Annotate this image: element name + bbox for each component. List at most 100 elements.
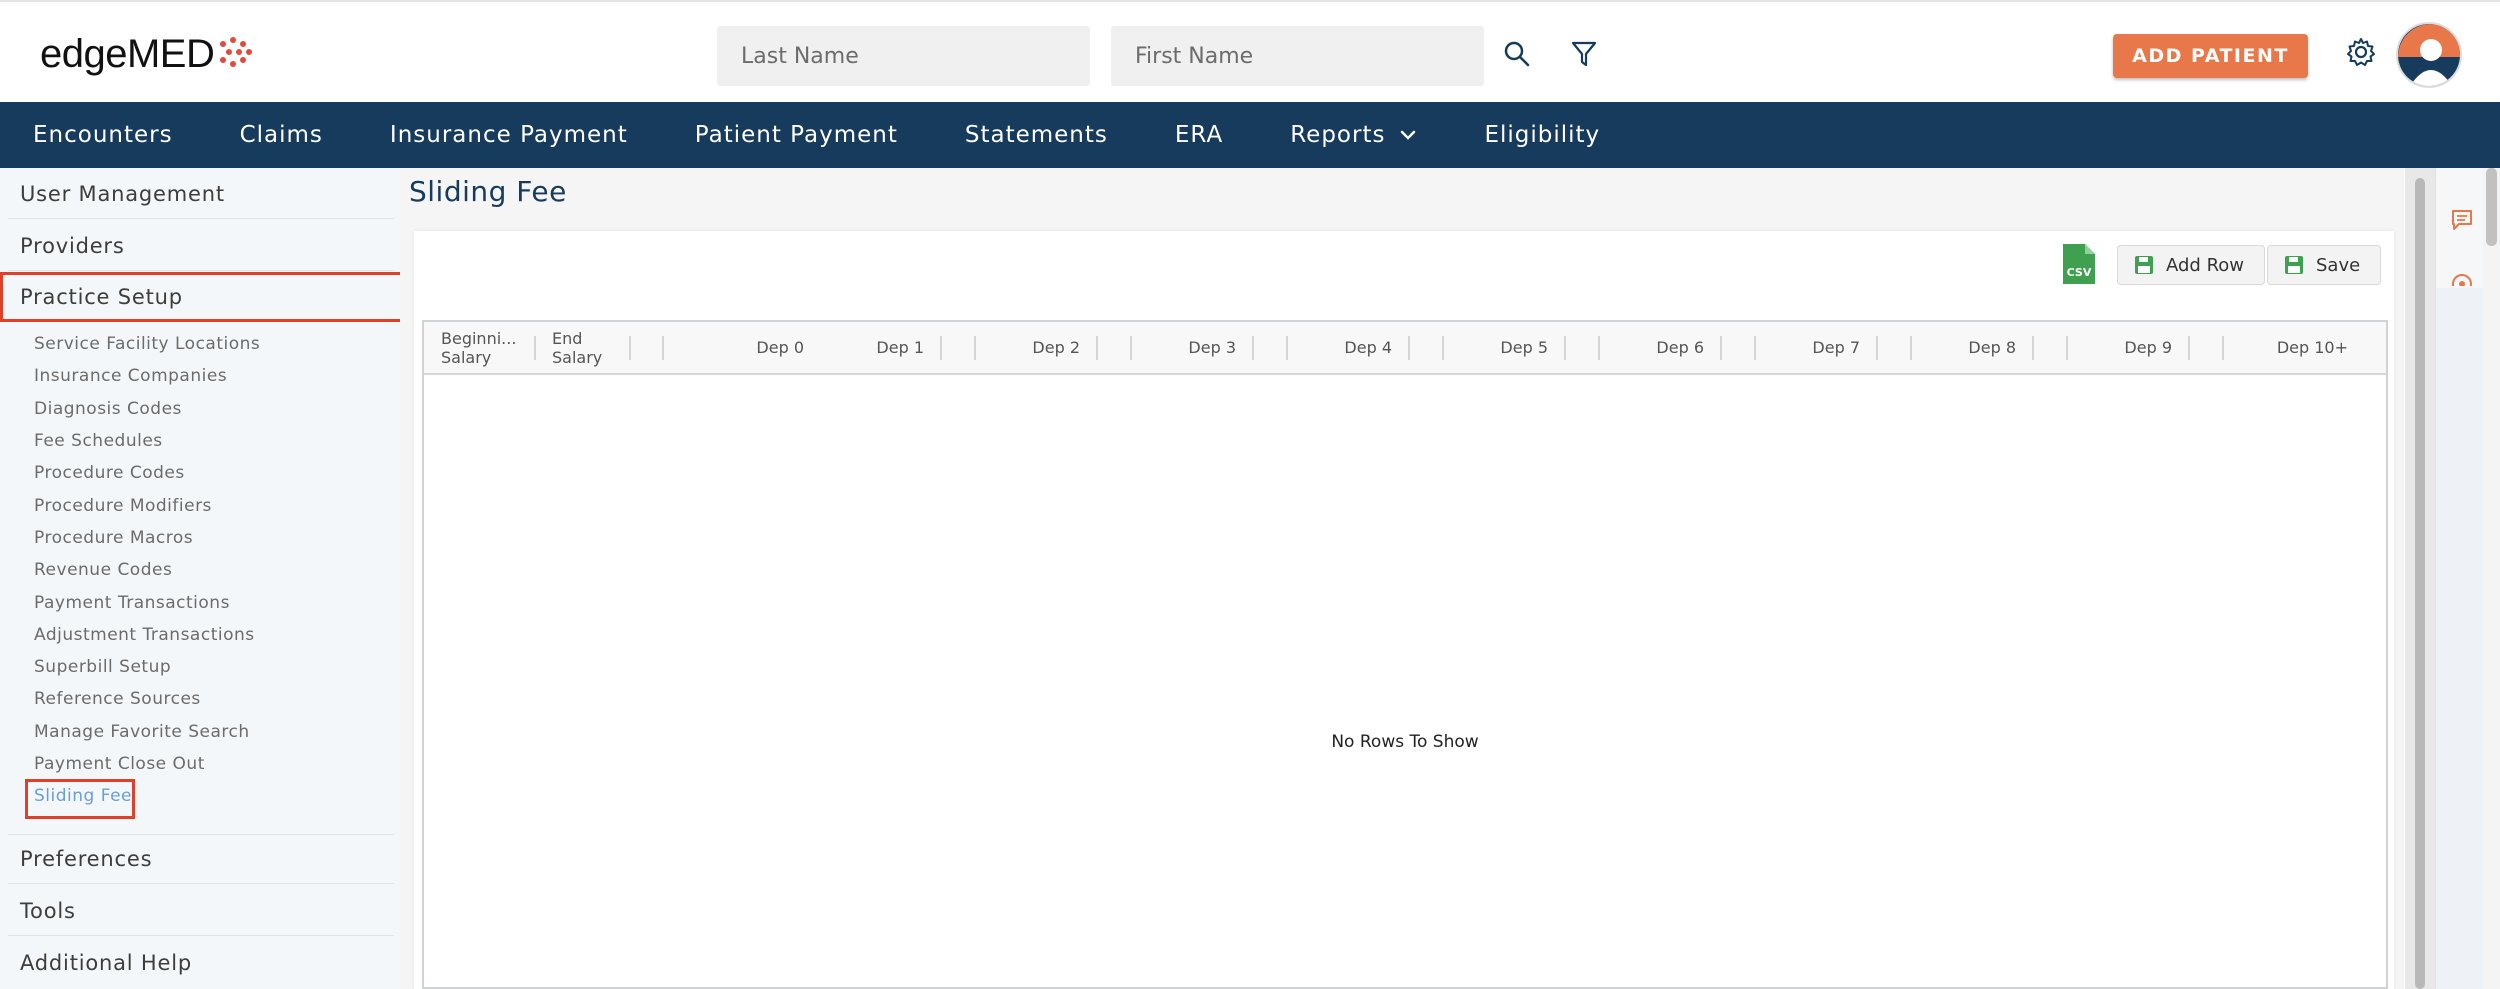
sidebar-item-adjustment-transactions[interactable]: Adjustment Transactions [34,625,255,645]
column-header-dep-0[interactable]: Dep 0 [684,322,804,373]
column-separator[interactable] [629,336,631,360]
sliding-fee-grid: Beginni... Salary End Salary Dep 0 Dep 1… [422,320,2388,989]
column-label: Dep 4 [1344,338,1392,357]
page-scrollbar-thumb[interactable] [2486,168,2497,246]
column-header-dep-8[interactable]: Dep 8 [1920,322,2016,373]
sidebar-item-procedure-modifiers[interactable]: Procedure Modifiers [34,496,212,516]
column-separator[interactable] [534,336,536,360]
grid-header: Beginni... Salary End Salary Dep 0 Dep 1… [424,322,2386,375]
sidebar-item-procedure-macros[interactable]: Procedure Macros [34,528,193,548]
column-header-dep-6[interactable]: Dep 6 [1608,322,1704,373]
page-scrollbar[interactable] [2483,168,2500,989]
user-avatar[interactable] [2396,22,2462,88]
column-separator[interactable] [1720,336,1722,360]
column-separator[interactable] [1564,336,1566,360]
sidebar-user-management[interactable]: User Management [8,169,394,219]
column-separator[interactable] [974,336,976,360]
sidebar-item-procedure-codes[interactable]: Procedure Codes [34,463,185,483]
column-separator[interactable] [1286,336,1288,360]
search-button[interactable] [1497,34,1537,74]
nav-insurance-payment[interactable]: Insurance Payment [390,122,628,148]
nav-encounters[interactable]: Encounters [33,122,173,148]
column-label: Dep 7 [1812,338,1860,357]
right-utility-panel [2435,168,2484,989]
export-csv-button[interactable]: CSV [2061,242,2097,286]
column-separator[interactable] [1252,336,1254,360]
chat-button[interactable] [2450,208,2474,232]
add-row-button[interactable]: Add Row [2117,245,2266,285]
first-name-input[interactable] [1111,26,1484,86]
sidebar-item-payment-close-out[interactable]: Payment Close Out [34,754,205,774]
column-separator[interactable] [2066,336,2068,360]
avatar-icon [2398,24,2460,86]
sidebar-item-insurance-companies[interactable]: Insurance Companies [34,366,227,386]
nav-eligibility[interactable]: Eligibility [1484,122,1600,148]
sidebar-additional-help[interactable]: Additional Help [8,938,394,988]
column-separator[interactable] [940,336,942,360]
filter-button[interactable] [1564,34,1604,74]
search-icon [1504,41,1530,67]
nav-era[interactable]: ERA [1175,122,1223,148]
sidebar-tools[interactable]: Tools [8,886,394,936]
column-header-dep-1[interactable]: Dep 1 [814,322,924,373]
sidebar-item-revenue-codes[interactable]: Revenue Codes [34,560,172,580]
column-separator[interactable] [1408,336,1410,360]
nav-patient-payment[interactable]: Patient Payment [695,122,898,148]
nav-claims[interactable]: Claims [240,122,323,148]
column-separator[interactable] [1442,336,1444,360]
column-header-dep-5[interactable]: Dep 5 [1452,322,1548,373]
sliding-fee-highlight [25,779,135,819]
column-header-beginning-salary[interactable]: Beginni... Salary [441,322,531,373]
settings-button[interactable] [2341,32,2381,72]
column-separator[interactable] [1598,336,1600,360]
column-label: End [552,328,583,348]
sidebar-item-diagnosis-codes[interactable]: Diagnosis Codes [34,399,182,419]
column-separator[interactable] [1754,336,1756,360]
sidebar-item-reference-sources[interactable]: Reference Sources [34,689,201,709]
column-separator[interactable] [2188,336,2190,360]
column-separator[interactable] [2222,336,2224,360]
column-separator[interactable] [2032,336,2034,360]
column-header-dep-3[interactable]: Dep 3 [1140,322,1236,373]
sidebar-item-superbill-setup[interactable]: Superbill Setup [34,657,171,677]
practice-setup-highlight [0,272,407,322]
column-separator[interactable] [1130,336,1132,360]
sidebar-item-payment-transactions[interactable]: Payment Transactions [34,593,230,613]
column-separator[interactable] [1096,336,1098,360]
column-label: Dep 5 [1500,338,1548,357]
column-header-dep-9[interactable]: Dep 9 [2076,322,2172,373]
column-header-dep-10-plus[interactable]: Dep 10+ [2232,322,2348,373]
grid-scrollbar-thumb[interactable] [2415,178,2425,989]
no-rows-message: No Rows To Show [1331,732,1479,752]
floppy-icon [2135,256,2153,274]
help-icon [2452,274,2472,286]
nav-reports[interactable]: Reports [1290,122,1417,148]
column-label: Dep 1 [876,338,924,357]
sidebar-item-manage-favorite-search[interactable]: Manage Favorite Search [34,722,250,742]
column-header-dep-7[interactable]: Dep 7 [1764,322,1860,373]
column-label: Dep 3 [1188,338,1236,357]
help-button[interactable] [2450,272,2474,286]
column-header-dep-2[interactable]: Dep 2 [984,322,1080,373]
main-nav: Encounters Claims Insurance Payment Pati… [0,102,2500,168]
column-header-dep-4[interactable]: Dep 4 [1296,322,1392,373]
sidebar-item-fee-schedules[interactable]: Fee Schedules [34,431,163,451]
last-name-input[interactable] [717,26,1090,86]
grid-scrollbar[interactable] [2405,168,2435,989]
column-header-end-salary[interactable]: End Salary [552,322,622,373]
column-separator[interactable] [662,336,664,360]
sidebar-preferences[interactable]: Preferences [8,834,394,884]
nav-statements[interactable]: Statements [965,122,1108,148]
sidebar-providers[interactable]: Providers [8,221,394,271]
column-label: Dep 10+ [2276,338,2348,357]
chat-icon [2452,210,2472,230]
filter-icon [1571,41,1597,67]
app-logo[interactable]: edgeMED [40,32,254,77]
add-patient-button[interactable]: ADD PATIENT [2113,34,2308,78]
logo-dots-icon [218,36,254,73]
save-button[interactable]: Save [2267,245,2382,285]
column-separator[interactable] [1910,336,1912,360]
chevron-down-icon [1401,130,1416,140]
sidebar-item-service-facility-locations[interactable]: Service Facility Locations [34,334,260,354]
column-separator[interactable] [1876,336,1878,360]
